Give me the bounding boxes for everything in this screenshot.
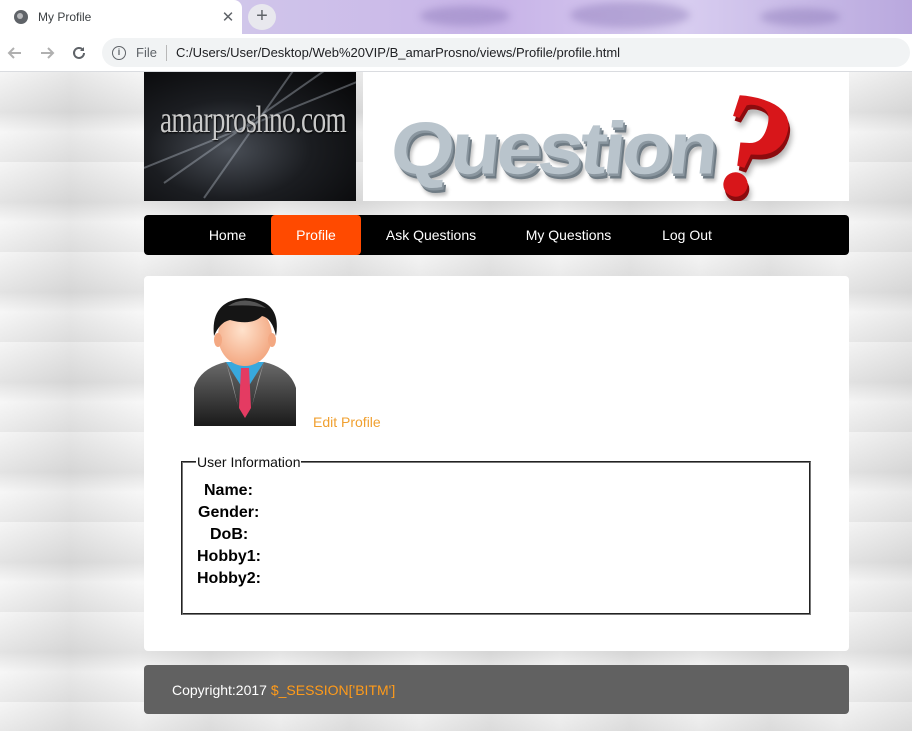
dob-label: DoB: [210,526,249,543]
tabstrip-background-decoration [570,2,690,28]
site-logo[interactable]: amarproshno.com [144,72,356,201]
page-footer: Copyright:2017 $_SESSION['BITM'] [144,665,849,714]
tabstrip-background-decoration [420,6,510,26]
profile-panel: Edit Profile User Information Name: Gend… [144,276,849,651]
browser-toolbar: i File C:/Users/User/Desktop/Web%20VIP/B… [0,34,912,72]
tab-title: My Profile [38,10,92,24]
copyright-label: Copyright:2017 [172,682,271,698]
arrow-left-icon [7,46,21,59]
arrow-right-icon [41,46,55,59]
user-information-legend: User Information [197,454,301,470]
copyright-text: Copyright:2017 $_SESSION['BITM'] [172,682,395,698]
globe-icon [14,10,28,24]
question-banner: Question ? [363,72,849,201]
main-nav: Home Profile Ask Questions My Questions … [144,215,849,255]
hobby1-label: Hobby1: [197,548,261,565]
edit-profile-link[interactable]: Edit Profile [313,414,381,430]
tabstrip-background-decoration [760,8,840,26]
reload-button[interactable] [64,38,94,68]
forward-button[interactable] [32,38,62,68]
nav-log-out[interactable]: Log Out [652,215,722,255]
new-tab-button[interactable]: + [248,4,276,30]
hobby2-label: Hobby2: [197,570,261,587]
user-information-fieldset: User Information [181,454,811,615]
info-icon[interactable]: i [112,45,126,60]
gender-label: Gender: [198,504,260,521]
address-bar[interactable]: i File C:/Users/User/Desktop/Web%20VIP/B… [102,38,910,67]
url-text[interactable]: C:/Users/User/Desktop/Web%20VIP/B_amarPr… [176,45,620,60]
nav-ask-questions[interactable]: Ask Questions [376,215,486,255]
nav-home[interactable]: Home [194,215,261,255]
nav-my-questions[interactable]: My Questions [516,215,621,255]
browser-tab[interactable]: My Profile ✕ [0,0,242,34]
reload-icon [73,46,85,59]
banner-text: Question [386,107,719,190]
back-button[interactable] [0,38,30,68]
user-avatar-icon [194,298,296,426]
address-separator [165,44,167,61]
scheme-label: File [136,45,157,60]
nav-profile[interactable]: Profile [271,215,361,255]
logo-text: amarproshno.com [160,99,347,141]
browser-tabstrip: My Profile ✕ + [0,0,912,34]
session-text: $_SESSION['BITM'] [270,682,396,698]
name-label: Name: [204,482,253,499]
close-icon[interactable]: ✕ [214,8,242,26]
